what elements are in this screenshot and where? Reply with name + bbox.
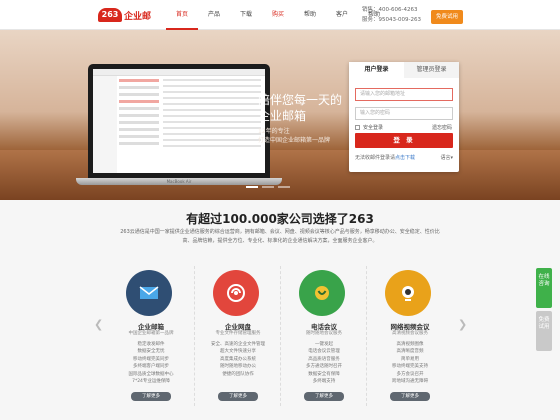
nav-help[interactable]: 帮助 — [294, 0, 326, 30]
feature-line: 超大文件快速分享 — [220, 349, 256, 355]
card-features: 稳定收发邮件 数据安全无忧 移动终端完美同步 多终端客户端同步 国际品质全球数据… — [108, 341, 194, 385]
feature-line: 7*24专业运维保障 — [132, 379, 170, 385]
nav-download[interactable]: 下载 — [230, 0, 262, 30]
laptop-brand: MacBook Air — [166, 179, 192, 184]
feature-line: 多方会议召开 — [396, 371, 424, 377]
side-free-trial-button[interactable]: 免费试用 — [536, 311, 552, 351]
password-field[interactable]: 输入您的密码 — [355, 107, 453, 120]
feature-line: 安全、高速的企业文件管理 — [211, 342, 265, 347]
page: 263 企业邮 首页 产品 下载 购买 帮助 客户 帮助 销售：400-606-… — [0, 0, 560, 420]
laptop-base: MacBook Air — [76, 178, 282, 185]
card-subtitle: 随时随地会议服务 — [306, 331, 342, 336]
feature-line: 多终端客户端同步 — [133, 364, 169, 370]
feature-line: 一键发起 — [315, 342, 333, 347]
login-tabs: 用户登录 管理员登录 — [349, 62, 459, 78]
desk-surface — [0, 150, 560, 200]
card-conference-call: 电话会议 随时随地会议服务 一键发起 电话会议云管理 高品质语音服务 多方通话随… — [280, 266, 366, 406]
secure-login-label: 安全登录 — [363, 125, 384, 131]
carousel-dot[interactable] — [246, 186, 258, 188]
card-features: 一键发起 电话会议云管理 高品质语音服务 多方通话随时召开 数据安全有保障 多终… — [281, 341, 367, 385]
logo-mark: 263 — [98, 8, 122, 22]
slogan-sub-1: 12年的专注 — [258, 128, 290, 135]
login-button[interactable]: 登 录 — [355, 133, 453, 148]
contact-sales: 销售：400-606-4263 — [362, 7, 418, 13]
nav-home[interactable]: 首页 — [166, 0, 198, 30]
nav-customer[interactable]: 客户 — [326, 0, 358, 30]
feature-line: 移动终端完美支持 — [392, 364, 428, 370]
contact-service: 服务：95043-009-263 — [362, 17, 421, 23]
feature-line: 多方通话随时召开 — [306, 364, 342, 370]
slogan-line-2: 企业邮箱 — [258, 109, 307, 123]
email-field[interactable]: 请输入您的邮箱地址 — [355, 88, 453, 101]
hero-banner: MacBook Air 陪伴您每一天的 企业邮箱 12年的专注 打造中国企业邮箱… — [0, 30, 560, 200]
card-features: 高清视频图像 高清晰度音频 简单易用 移动终端完美支持 多方会议召开 跨地域沟通… — [367, 341, 453, 385]
hero-subtext: 12年的专注 打造中国企业邮箱第一品牌 — [258, 126, 330, 144]
card-subtitle: 专业文件存储管理服务 — [215, 331, 261, 336]
laptop-screen — [93, 69, 265, 173]
card-video-conference: 网络视频会议 高清视频会议服务 高清视频图像 高清晰度音频 简单易用 移动终端完… — [366, 266, 452, 406]
product-cards: 企业邮箱 中国企业邮箱第一品牌 稳定收发邮件 数据安全无忧 移动终端完美同步 多… — [108, 266, 452, 406]
section-headline: 有超过100.000家公司选择了263 — [186, 212, 374, 226]
feature-line: 跨地域沟通无障碍 — [392, 379, 428, 385]
language-select[interactable]: 语言▾ — [440, 154, 453, 161]
nav-product[interactable]: 产品 — [198, 0, 230, 30]
hero-slogan: 陪伴您每一天的 企业邮箱 — [258, 92, 342, 124]
feature-line: 随时随地移动办公 — [220, 364, 256, 370]
feature-line: 多终端支持 — [312, 379, 336, 385]
learn-more-button[interactable]: 了解更多 — [131, 392, 171, 401]
feature-line: 高清晰度音频 — [396, 349, 424, 355]
feature-line: 高品质语音服务 — [308, 356, 340, 362]
logo-text: 企业邮 — [124, 12, 152, 22]
logo[interactable]: 263 企业邮 — [98, 6, 166, 24]
online-consult-button[interactable]: 在线咨询 — [536, 268, 552, 308]
card-features: 安全、高速的企业文件管理 超大文件快速分享 高度集成办公系统 随时随地移动办公 … — [195, 341, 281, 378]
login-panel: 用户登录 管理员登录 请输入您的邮箱地址 输入您的密码 安全登录 遗忘密码 登 … — [349, 62, 459, 172]
feature-line: 电话会议云管理 — [308, 349, 340, 355]
carousel-dot[interactable] — [278, 186, 290, 188]
feature-line: 国际品质全球数据中心 — [128, 371, 174, 377]
webcam-icon — [385, 270, 431, 316]
feature-line: 高度集成办公系统 — [220, 356, 256, 362]
learn-more-button[interactable]: 了解更多 — [218, 392, 258, 401]
main-nav: 首页 产品 下载 购买 帮助 客户 帮助 — [166, 0, 390, 30]
cloud-disk-icon — [213, 270, 259, 316]
feature-line: 便捷的团队协作 — [222, 371, 254, 377]
nav-buy[interactable]: 购买 — [262, 0, 294, 30]
chevron-left-icon[interactable]: ❮ — [94, 318, 103, 331]
top-header: 263 企业邮 首页 产品 下载 购买 帮助 客户 帮助 销售：400-606-… — [0, 0, 560, 30]
login-footer: 无法收邮件登录请点击下载 语言▾ — [355, 154, 453, 164]
carousel-dots — [246, 186, 294, 188]
chevron-right-icon[interactable]: ❯ — [458, 318, 467, 331]
feature-line: 移动终端完美同步 — [133, 356, 169, 362]
slogan-line-1: 陪伴您每一天的 — [258, 93, 343, 107]
learn-more-button[interactable]: 了解更多 — [304, 392, 344, 401]
feature-line: 数据安全有保障 — [308, 371, 340, 377]
phone-icon — [299, 270, 345, 316]
laptop-illustration — [88, 64, 270, 178]
feature-line: 稳定收发邮件 — [137, 342, 165, 347]
intro-text: 263云通信是中国一家提供企业通信服务的综合运营商，拥有邮箱、会议、网盘、视频会… — [120, 229, 440, 244]
carousel-dot[interactable] — [262, 186, 274, 188]
checkbox-icon — [355, 125, 360, 130]
tab-admin-login[interactable]: 管理员登录 — [404, 62, 459, 78]
feature-line: 高清视频图像 — [396, 342, 424, 347]
secure-login-checkbox[interactable]: 安全登录 — [355, 124, 383, 131]
tab-user-login[interactable]: 用户登录 — [349, 62, 404, 78]
feature-line: 数据安全无忧 — [137, 349, 165, 355]
mail-icon — [126, 270, 172, 316]
card-subtitle: 高清视频会议服务 — [392, 331, 428, 336]
card-mail: 企业邮箱 中国企业邮箱第一品牌 稳定收发邮件 数据安全无忧 移动终端完美同步 多… — [108, 266, 194, 406]
download-link[interactable]: 点击下载 — [395, 155, 415, 161]
login-footer-text: 无法收邮件登录请 — [355, 155, 396, 161]
slogan-sub-2: 打造中国企业邮箱第一品牌 — [258, 137, 331, 144]
feature-line: 简单易用 — [401, 356, 419, 362]
learn-more-button[interactable]: 了解更多 — [390, 392, 430, 401]
card-subtitle: 中国企业邮箱第一品牌 — [128, 331, 174, 336]
card-netdisk: 企业网盘 专业文件存储管理服务 安全、高速的企业文件管理 超大文件快速分享 高度… — [194, 266, 280, 406]
forgot-password-link[interactable]: 遗忘密码 — [432, 124, 452, 131]
free-trial-button[interactable]: 免费试用 — [431, 10, 463, 24]
